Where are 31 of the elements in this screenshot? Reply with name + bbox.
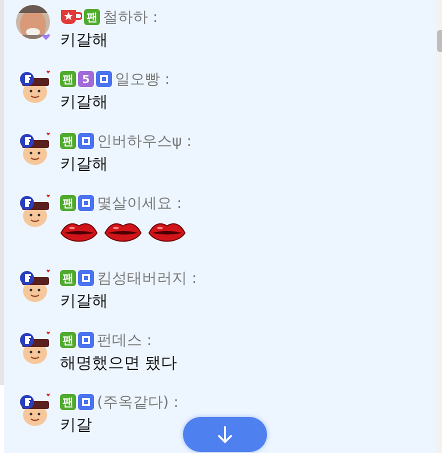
chat-message: 해명했으면 됐다 bbox=[60, 353, 178, 374]
user-name[interactable]: 일오빵 : bbox=[115, 70, 170, 88]
fan-badge: 팬 bbox=[84, 9, 100, 25]
user-name[interactable]: 철하하 : bbox=[103, 8, 158, 26]
chat-message: 키갈해 bbox=[60, 154, 109, 175]
fan-badge: 팬 bbox=[60, 270, 76, 286]
chat-message: 키갈해 bbox=[60, 291, 109, 312]
chat-message: 키갈 bbox=[60, 415, 93, 436]
subscriber-badge-icon bbox=[78, 195, 94, 211]
subscriber-badge-icon bbox=[78, 332, 94, 348]
fan-badge: 팬 bbox=[60, 332, 76, 348]
subscriber-badge-icon bbox=[78, 270, 94, 286]
cup-badge-icon bbox=[60, 9, 82, 25]
user-name[interactable]: (주옥같다) : bbox=[97, 392, 179, 412]
user-name[interactable]: 킴성태버러지 : bbox=[97, 268, 197, 288]
level-badge: 5 bbox=[78, 71, 94, 87]
fan-badge: 팬 bbox=[60, 195, 76, 211]
scroll-down-button[interactable] bbox=[183, 417, 267, 452]
fan-badge: 팬 bbox=[60, 133, 76, 149]
fan-badge: 팬 bbox=[60, 71, 76, 87]
chat-message: 키갈해 bbox=[60, 92, 109, 113]
user-name[interactable]: 인버하우스ψ : bbox=[97, 132, 192, 150]
subscriber-badge-icon bbox=[78, 394, 94, 410]
user-name[interactable]: 몇살이세요 : bbox=[97, 194, 182, 212]
down-arrow-icon bbox=[217, 426, 233, 444]
fan-badge: 팬 bbox=[60, 394, 76, 410]
user-name[interactable]: 펀데스 : bbox=[97, 330, 152, 350]
chat-message: 키갈해 bbox=[60, 30, 109, 51]
scrollbar-thumb[interactable] bbox=[437, 30, 442, 52]
subscriber-badge-icon bbox=[78, 133, 94, 149]
subscriber-badge-icon bbox=[96, 71, 112, 87]
